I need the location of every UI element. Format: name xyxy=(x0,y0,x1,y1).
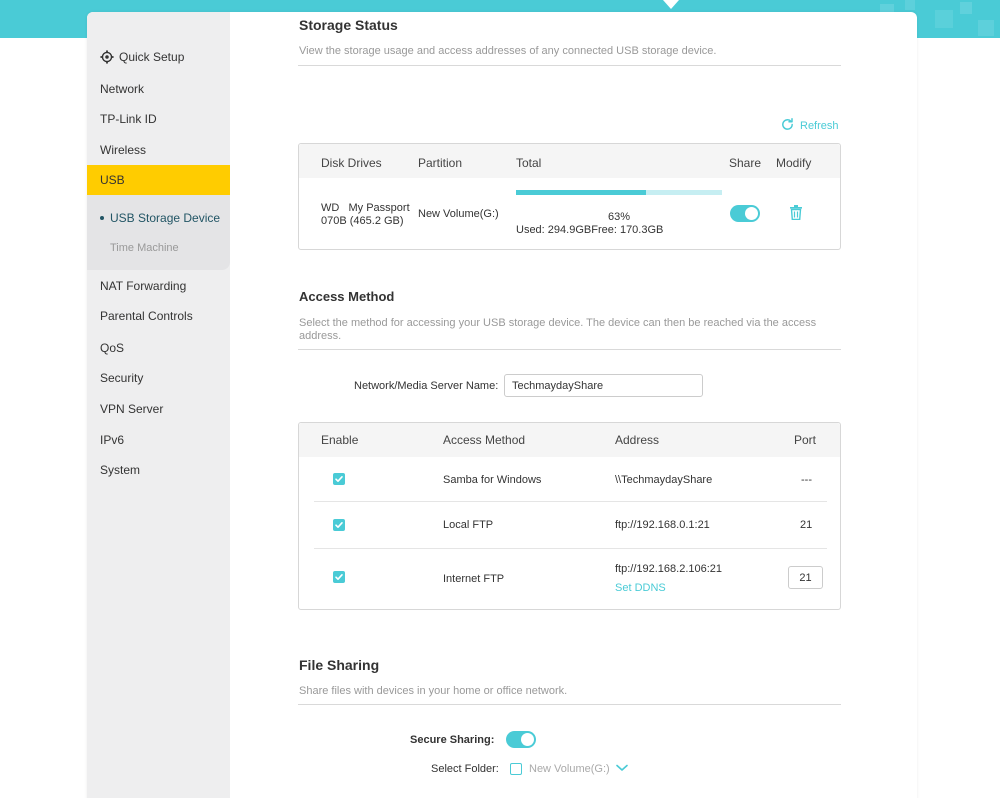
access-method-table: Enable Access Method Address Port Samba … xyxy=(298,422,841,610)
chevron-down-icon[interactable] xyxy=(616,764,628,772)
sidebar-item-label: VPN Server xyxy=(100,402,164,416)
sidebar-item-label: IPv6 xyxy=(100,433,125,447)
port-cell: 21 xyxy=(800,519,813,531)
sidebar-item-label: QoS xyxy=(100,341,125,355)
address-cell: \\TechmaydayShare xyxy=(615,474,713,486)
folder-checkbox[interactable] xyxy=(510,763,522,775)
disk-name-cell: WD My Passport 070B (465.2 GB) xyxy=(321,202,410,228)
file-sharing-description: Share files with devices in your home or… xyxy=(299,685,568,697)
sidebar-item-usb[interactable]: USB xyxy=(87,165,230,195)
sidebar-item-label: Security xyxy=(100,371,144,385)
file-sharing-title: File Sharing xyxy=(299,657,380,673)
row-divider xyxy=(314,548,827,549)
access-method-title: Access Method xyxy=(299,289,395,304)
server-name-label: Network/Media Server Name: xyxy=(354,380,499,392)
column-header-partition: Partition xyxy=(418,156,463,170)
checkmark-icon xyxy=(335,574,343,580)
secure-sharing-label: Secure Sharing: xyxy=(410,734,495,746)
address-cell: ftp://192.168.0.1:21 xyxy=(615,519,710,531)
storage-status-title: Storage Status xyxy=(299,17,398,33)
secure-sharing-toggle[interactable] xyxy=(506,731,536,748)
submenu-item-label: Time Machine xyxy=(110,242,179,254)
sidebar-item-label: USB xyxy=(100,173,125,187)
trash-icon[interactable] xyxy=(790,205,802,220)
submenu-item-usb-storage-device[interactable]: USB Storage Device xyxy=(100,211,220,225)
sidebar-item-tplink-id[interactable]: TP-Link ID xyxy=(100,112,157,126)
refresh-label: Refresh xyxy=(800,120,839,132)
sidebar-item-label: Wireless xyxy=(100,143,147,157)
column-header-share: Share xyxy=(729,156,762,170)
column-header-disk-drives: Disk Drives xyxy=(321,156,382,170)
checkmark-icon xyxy=(335,522,343,528)
sidebar-item-quick-setup[interactable]: Quick Setup xyxy=(100,50,184,64)
refresh-button[interactable]: Refresh xyxy=(780,117,839,132)
usage-used: Used: 294.9GB xyxy=(516,224,592,236)
sidebar-item-nat-forwarding[interactable]: NAT Forwarding xyxy=(100,279,186,293)
port-cell: --- xyxy=(801,474,812,486)
storage-status-description: View the storage usage and access addres… xyxy=(299,45,717,57)
usage-free: Free: 170.3GB xyxy=(591,224,664,236)
sidebar-item-wireless[interactable]: Wireless xyxy=(100,143,146,157)
access-method-description: Select the method for accessing your USB… xyxy=(299,317,817,342)
access-method-cell: Local FTP xyxy=(443,519,494,531)
submenu-item-label: USB Storage Device xyxy=(110,211,221,225)
divider xyxy=(298,349,841,350)
column-header-access-method: Access Method xyxy=(443,433,526,447)
column-header-total: Total xyxy=(516,156,542,170)
sidebar: Quick Setup Network TP-Link ID Wireless … xyxy=(87,12,230,798)
toggle-knob xyxy=(745,207,758,220)
storage-usage-bar xyxy=(516,190,722,195)
enable-checkbox[interactable] xyxy=(333,519,345,531)
sidebar-item-network[interactable]: Network xyxy=(100,82,144,96)
sidebar-item-system[interactable]: System xyxy=(100,463,140,477)
enable-checkbox[interactable] xyxy=(333,571,345,583)
storage-usage-fill xyxy=(516,190,646,195)
disk-table: Disk Drives Partition Total Share Modify… xyxy=(298,143,841,250)
sidebar-item-label: Network xyxy=(100,82,145,96)
refresh-icon xyxy=(782,117,793,130)
column-header-port: Port xyxy=(794,433,817,447)
sidebar-item-label: Quick Setup xyxy=(119,50,185,64)
share-toggle[interactable] xyxy=(730,205,760,222)
toggle-knob xyxy=(521,733,534,746)
row-divider xyxy=(314,501,827,502)
sidebar-item-parental-controls[interactable]: Parental Controls xyxy=(100,309,193,323)
address-cell: ftp://192.168.2.106:21 xyxy=(615,563,723,575)
access-method-cell: Samba for Windows xyxy=(443,474,542,486)
set-ddns-link[interactable]: Set DDNS xyxy=(615,582,666,594)
usb-submenu: USB Storage Device Time Machine xyxy=(87,195,230,270)
divider xyxy=(298,704,841,705)
disk-table-header: Disk Drives Partition Total Share Modify xyxy=(299,144,840,178)
partition-cell: New Volume(G:) xyxy=(418,208,499,220)
column-header-enable: Enable xyxy=(321,433,359,447)
usage-used-free: Used: 294.9GBFree: 170.3GB xyxy=(516,224,663,236)
column-header-address: Address xyxy=(615,433,660,447)
gear-icon xyxy=(100,50,114,64)
sidebar-item-label: System xyxy=(100,463,141,477)
settings-card: Quick Setup Network TP-Link ID Wireless … xyxy=(87,12,917,798)
sidebar-item-label: Parental Controls xyxy=(100,309,193,323)
checkmark-icon xyxy=(335,476,343,482)
access-table-header: Enable Access Method Address Port xyxy=(299,423,840,457)
sidebar-item-label: NAT Forwarding xyxy=(100,279,187,293)
access-method-cell: Internet FTP xyxy=(443,573,505,585)
sidebar-item-qos[interactable]: QoS xyxy=(100,341,124,355)
sidebar-item-security[interactable]: Security xyxy=(100,371,143,385)
server-name-input[interactable] xyxy=(504,374,703,397)
internet-ftp-port-input[interactable] xyxy=(788,566,823,589)
submenu-item-time-machine[interactable]: Time Machine xyxy=(110,242,179,254)
folder-option-label: New Volume(G:) xyxy=(529,763,610,775)
select-folder-label: Select Folder: xyxy=(431,763,499,775)
banner-notch xyxy=(663,0,679,9)
disk-name-line1: WD My Passport xyxy=(321,202,410,214)
column-header-modify: Modify xyxy=(776,156,812,170)
divider xyxy=(298,65,841,66)
sidebar-item-ipv6[interactable]: IPv6 xyxy=(100,433,124,447)
usage-percent: 63% xyxy=(608,211,631,223)
active-dot-icon xyxy=(100,216,104,220)
enable-checkbox[interactable] xyxy=(333,473,345,485)
sidebar-item-vpn-server[interactable]: VPN Server xyxy=(100,402,163,416)
disk-name-line2: 070B (465.2 GB) xyxy=(321,215,404,227)
sidebar-item-label: TP-Link ID xyxy=(100,112,157,126)
